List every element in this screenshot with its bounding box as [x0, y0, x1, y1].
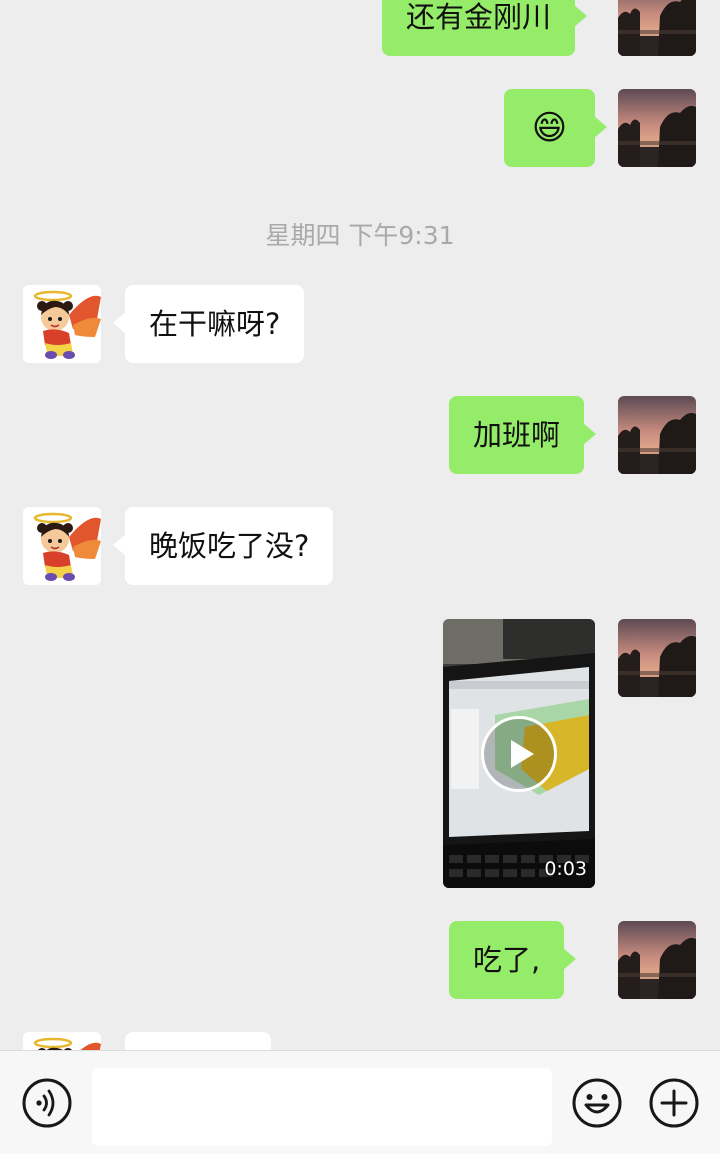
contact-message-bubble[interactable]	[125, 1032, 271, 1050]
avatar-image	[618, 619, 696, 697]
message-input[interactable]	[92, 1068, 552, 1146]
my-avatar[interactable]	[618, 921, 696, 999]
avatar-image	[23, 1032, 101, 1050]
chat-area[interactable]: 还有金刚川 😄 星期四 下午9:31 在干嘛呀? 加班啊 晚饭吃了没? 0:03…	[0, 0, 720, 1050]
message-text: 加班啊	[473, 418, 561, 452]
voice-icon[interactable]	[21, 1077, 73, 1129]
my-message-bubble[interactable]: 吃了,	[449, 921, 577, 999]
my-message-bubble[interactable]: 还有金刚川	[382, 0, 588, 56]
time-divider: 星期四 下午9:31	[265, 221, 455, 250]
avatar-image	[618, 921, 696, 999]
contact-avatar[interactable]	[23, 507, 101, 585]
message-text: 吃了,	[473, 943, 541, 977]
avatar-image	[618, 0, 696, 56]
contact-message-bubble[interactable]: 晚饭吃了没?	[112, 507, 334, 585]
message-text: 晚饭吃了没?	[149, 529, 310, 563]
my-message-bubble[interactable]: 😄	[504, 89, 607, 167]
contact-message-bubble[interactable]: 在干嘛呀?	[112, 285, 305, 363]
input-bar	[0, 1050, 720, 1154]
message-text: 还有金刚川	[406, 0, 552, 34]
my-message-bubble[interactable]: 加班啊	[449, 396, 597, 474]
emoji-message: 😄	[531, 108, 568, 148]
plus-icon[interactable]	[648, 1077, 700, 1129]
emoji-icon[interactable]	[571, 1077, 623, 1129]
avatar-image	[23, 507, 101, 585]
avatar-image	[618, 89, 696, 167]
message-text: 在干嘛呀?	[149, 307, 281, 341]
my-avatar[interactable]	[618, 396, 696, 474]
video-message[interactable]: 0:03	[443, 619, 595, 888]
avatar-image	[23, 285, 101, 363]
my-avatar[interactable]	[618, 0, 696, 56]
video-duration: 0:03	[544, 858, 587, 880]
play-icon[interactable]	[481, 716, 557, 792]
my-avatar[interactable]	[618, 89, 696, 167]
contact-avatar[interactable]	[23, 285, 101, 363]
avatar-image	[618, 396, 696, 474]
contact-avatar[interactable]	[23, 1032, 101, 1050]
my-avatar[interactable]	[618, 619, 696, 697]
